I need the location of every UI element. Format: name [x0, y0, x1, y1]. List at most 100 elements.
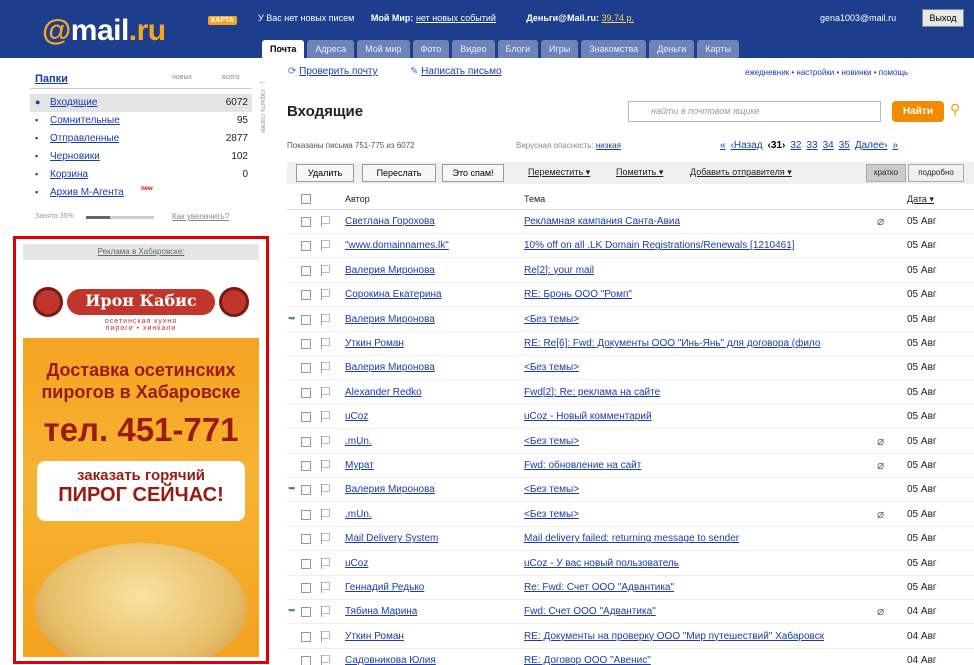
- message-subject[interactable]: uCoz - У вас новый пользователь: [524, 558, 874, 569]
- tab-6[interactable]: Игры: [541, 40, 579, 58]
- flag-icon[interactable]: [321, 411, 330, 423]
- tab-5[interactable]: Блоги: [497, 40, 538, 58]
- row-checkbox[interactable]: [301, 558, 311, 569]
- table-row[interactable]: Mail Delivery System Mail delivery failed…: [287, 527, 974, 552]
- table-row[interactable]: Садовникова Юлия RE: Договор ООО "Авенис"…: [287, 649, 974, 665]
- flag-icon[interactable]: [321, 362, 330, 374]
- flag-icon[interactable]: [321, 582, 330, 593]
- column-author[interactable]: Автор: [345, 194, 370, 204]
- pager-first[interactable]: «: [720, 140, 726, 151]
- view-full-toggle[interactable]: подробно: [908, 164, 964, 182]
- row-checkbox[interactable]: [301, 314, 311, 325]
- flag-icon[interactable]: [321, 240, 330, 252]
- tab-2[interactable]: Мой мир: [357, 40, 410, 58]
- table-row[interactable]: ➥ Тябина Марина Fwd: Счет ООО "Адвантика" ⌀…: [287, 600, 974, 625]
- ad-banner[interactable]: Ирон Кабис осетинская кухня пироги • хинк…: [23, 263, 259, 657]
- row-checkbox[interactable]: [301, 412, 311, 423]
- tab-0[interactable]: Почта: [262, 40, 305, 59]
- ad-cta-button[interactable]: заказать горячий ПИРОГ СЕЙЧАС!: [37, 461, 245, 521]
- table-row[interactable]: Валерия Миронова <Без темы> 05 Авг: [287, 356, 974, 381]
- row-checkbox[interactable]: [301, 485, 311, 496]
- row-checkbox[interactable]: [301, 265, 311, 276]
- column-subject[interactable]: Тема: [524, 194, 545, 204]
- message-author[interactable]: Уткин Роман: [345, 338, 515, 349]
- folder-item[interactable]: ▪ Сомнительные 95: [30, 112, 252, 130]
- flag-icon[interactable]: [321, 289, 330, 301]
- table-row[interactable]: uCoz uCoz - У вас новый пользователь 05 Ав…: [287, 552, 974, 576]
- row-checkbox[interactable]: [301, 339, 311, 349]
- row-checkbox[interactable]: [301, 534, 311, 545]
- flag-icon[interactable]: [321, 484, 330, 496]
- row-checkbox[interactable]: [301, 461, 311, 471]
- row-checkbox[interactable]: [301, 363, 311, 374]
- table-row[interactable]: Мурат Fwd: обновление на сайт ⌀ 05 Авг: [287, 454, 974, 478]
- pager-next[interactable]: Далее›: [855, 140, 888, 151]
- message-author[interactable]: .mUn.: [345, 509, 515, 520]
- mark-dropdown[interactable]: Пометить ▾: [616, 167, 663, 178]
- folder-item[interactable]: ▪ Корзина 0: [30, 166, 252, 184]
- message-subject[interactable]: Mail delivery failed: returning message …: [524, 533, 874, 544]
- message-subject[interactable]: <Без темы>: [524, 362, 874, 373]
- column-date[interactable]: Дата ▾: [907, 194, 934, 205]
- tab-7[interactable]: Знакомства: [581, 40, 647, 58]
- table-row[interactable]: ➥ Валерия Миронова <Без темы> 05 Авг: [287, 478, 974, 503]
- message-author[interactable]: Валерия Миронова: [345, 314, 515, 325]
- pager-prev[interactable]: ‹Назад: [731, 140, 763, 151]
- folder-item[interactable]: ▪ Черновики 102: [30, 148, 252, 166]
- tab-1[interactable]: Адреса: [307, 40, 355, 58]
- table-row[interactable]: Alexander Redko Fwd[2]: Re: реклама на са…: [287, 381, 974, 405]
- pager-page[interactable]: 33: [806, 140, 817, 151]
- row-checkbox[interactable]: [301, 290, 311, 301]
- message-subject[interactable]: Fwd: Счет ООО "Адвантика": [524, 606, 874, 617]
- virus-level-link[interactable]: низкая: [596, 141, 621, 150]
- flag-icon[interactable]: [321, 533, 330, 545]
- flag-icon[interactable]: [321, 338, 330, 349]
- advanced-search-icon[interactable]: ⚲: [950, 101, 960, 118]
- search-button[interactable]: Найти: [892, 101, 944, 122]
- tab-4[interactable]: Видео: [452, 40, 495, 58]
- message-author[interactable]: Валерия Миронова: [345, 265, 515, 276]
- tab-9[interactable]: Карты: [697, 40, 739, 58]
- table-row[interactable]: ➥ Валерия Миронова <Без темы> 05 Авг: [287, 308, 974, 332]
- row-checkbox[interactable]: [301, 217, 311, 227]
- service-links[interactable]: ежедневник • настройки • новинки • помощ…: [745, 68, 908, 77]
- flag-icon[interactable]: [321, 630, 330, 642]
- message-subject[interactable]: Рекламная кампания Санта-Авиа: [524, 216, 874, 227]
- forward-button[interactable]: Переслать: [362, 164, 436, 182]
- row-checkbox[interactable]: [301, 387, 311, 398]
- hide-folders-toggle[interactable]: скрыть папки: [256, 90, 266, 230]
- message-subject[interactable]: RE: Re[6]: Fwd: Документы ООО "Инь-Янь" …: [524, 338, 874, 349]
- table-row[interactable]: Уткин Роман RE: Документы на проверку ООО…: [287, 625, 974, 649]
- exit-button[interactable]: Выход: [922, 9, 964, 27]
- message-subject[interactable]: uCoz - Новый комментарий: [524, 411, 874, 422]
- table-row[interactable]: Геннадий Редько Re: Fwd: Счет ООО "Адвант…: [287, 576, 974, 600]
- money-amount-link[interactable]: 39,74 р.: [601, 13, 634, 23]
- check-mail-link[interactable]: ⟳ Проверить почту: [288, 66, 378, 77]
- pager-page[interactable]: 34: [823, 140, 834, 151]
- table-row[interactable]: Светлана Горохова Рекламная кампания Сант…: [287, 210, 974, 234]
- map-badge[interactable]: КАРТА: [208, 16, 237, 25]
- flag-icon[interactable]: [321, 313, 330, 325]
- message-subject[interactable]: RE: Бронь ООО "Ромп": [524, 289, 874, 300]
- write-letter-link[interactable]: ✎ Написать письмо: [410, 66, 502, 77]
- message-author[interactable]: Светлана Горохова: [345, 216, 515, 227]
- tab-3[interactable]: Фото: [412, 40, 450, 58]
- row-checkbox[interactable]: [301, 656, 311, 665]
- message-subject[interactable]: <Без темы>: [524, 509, 874, 520]
- message-subject[interactable]: Fwd[2]: Re: реклама на сайте: [524, 387, 874, 398]
- select-all-checkbox[interactable]: [301, 194, 311, 204]
- message-author[interactable]: .mUn.: [345, 436, 515, 447]
- message-author[interactable]: Сорокина Екатерина: [345, 289, 515, 300]
- message-subject[interactable]: 10% off on all .LK Domain Registrations/…: [524, 240, 874, 251]
- message-author[interactable]: Геннадий Редько: [345, 582, 515, 593]
- flag-icon[interactable]: [321, 460, 330, 471]
- message-subject[interactable]: <Без темы>: [524, 314, 874, 325]
- pager-page[interactable]: 32: [790, 140, 801, 151]
- message-subject[interactable]: Re: Fwd: Счет ООО "Адвантика": [524, 582, 874, 593]
- message-subject[interactable]: Fwd: обновление на сайт: [524, 460, 874, 471]
- flag-icon[interactable]: [321, 655, 330, 665]
- folder-item[interactable]: ▪ Отправленные 2877: [30, 130, 252, 148]
- message-author[interactable]: Mail Delivery System: [345, 533, 515, 544]
- search-input[interactable]: найти в почтовом ящике: [628, 101, 881, 122]
- folders-title[interactable]: Папки: [35, 73, 68, 85]
